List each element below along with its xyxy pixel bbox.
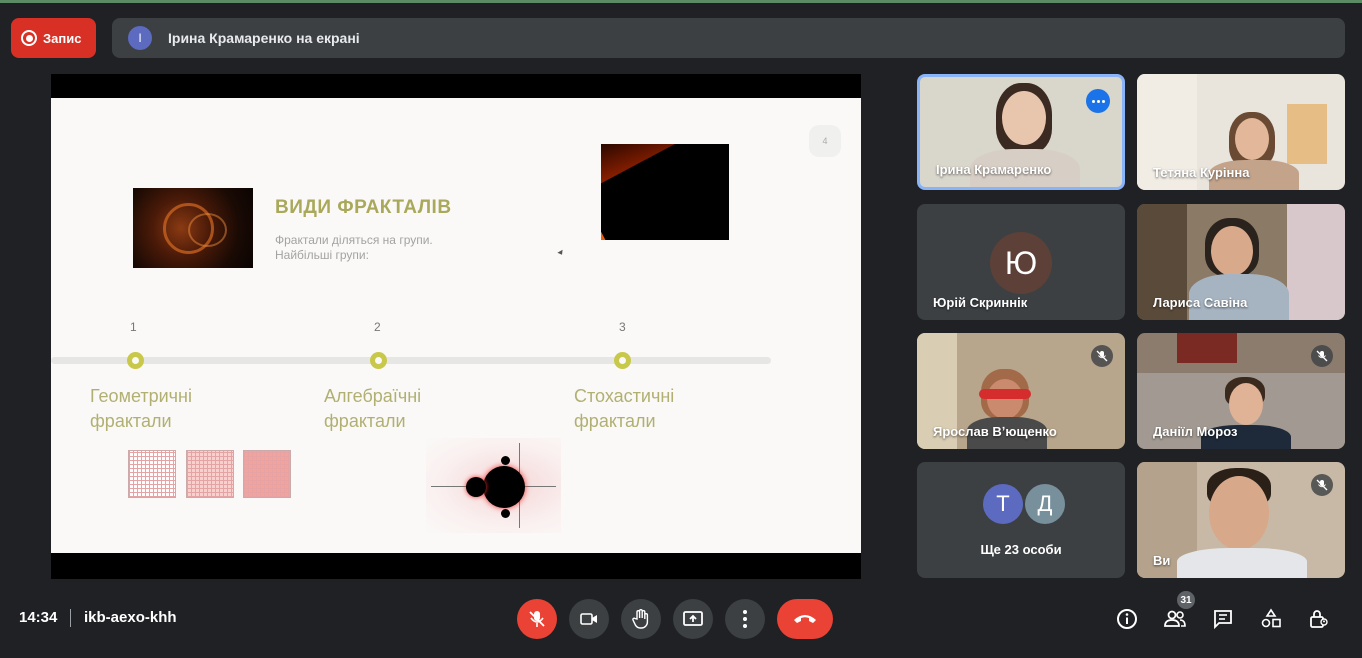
participant-avatar: Т: [983, 484, 1023, 524]
raise-hand-button[interactable]: [621, 599, 661, 639]
video-camera-icon: [580, 613, 597, 625]
participant-name: Ірина Крамаренко: [936, 162, 1052, 177]
participant-tile[interactable]: Лариса Савіна: [1137, 204, 1345, 320]
host-controls-button[interactable]: [1305, 605, 1333, 633]
chat-button[interactable]: [1209, 605, 1237, 633]
presentation-slide: 4 ВИДИ ФРАКТАЛІВ Фрактали діляться на гр…: [51, 98, 861, 553]
mouse-cursor-icon: [557, 249, 565, 257]
top-accent-line: [0, 0, 1362, 3]
activities-button[interactable]: [1257, 605, 1285, 633]
mic-off-icon: [1311, 345, 1333, 367]
more-participants-tile[interactable]: Т Д Ще 23 особи: [917, 462, 1125, 578]
participant-avatar: Ю: [990, 232, 1052, 294]
timeline-label-line: Геометричні: [90, 386, 192, 406]
timeline-node: [614, 352, 631, 369]
participant-name: Тетяна Курінна: [1153, 165, 1250, 180]
hang-up-icon: [794, 615, 816, 623]
timeline-label: Стохастичні фрактали: [574, 384, 674, 434]
slide-subtitle-line: Найбільші групи:: [275, 248, 369, 262]
more-participants-label: Ще 23 особи: [980, 542, 1062, 557]
lock-person-icon: [1310, 610, 1328, 628]
meeting-time: 14:34: [19, 609, 58, 626]
participant-tile[interactable]: Тетяна Курінна: [1137, 74, 1345, 190]
participant-tile[interactable]: Ю Юрій Скриннік: [917, 204, 1125, 320]
shared-screen: 4 ВИДИ ФРАКТАЛІВ Фрактали діляться на гр…: [51, 74, 861, 579]
meeting-code: ikb-aexo-khh: [84, 609, 177, 626]
geometric-fractal-image: [243, 450, 291, 498]
timeline-label: Геометричні фрактали: [90, 384, 192, 434]
chat-icon: [1214, 610, 1232, 630]
mandelbrot-set-image: [426, 438, 561, 533]
participant-name: Ярослав Вʼющенко: [933, 424, 1057, 439]
timeline-label-line: фрактали: [324, 411, 406, 431]
mic-off-icon: [1311, 474, 1333, 496]
timeline-number: 1: [130, 320, 137, 334]
geometric-fractal-image: [128, 450, 176, 498]
fractal-image-swirl: [133, 188, 253, 268]
more-vertical-icon: [743, 610, 747, 628]
presenting-banner: І Ірина Крамаренко на екрані: [112, 18, 1345, 58]
timeline-bar: [51, 357, 771, 364]
participants-button[interactable]: [1161, 605, 1189, 633]
slide-subtitle-line: Фрактали діляться на групи.: [275, 233, 433, 247]
geometric-fractal-image: [186, 450, 234, 498]
slide-number: 4: [809, 125, 841, 157]
presenting-text: Ірина Крамаренко на екрані: [168, 30, 360, 46]
mic-off-icon: [1091, 345, 1113, 367]
mic-off-icon: [529, 611, 545, 627]
record-icon: [21, 30, 37, 46]
hand-icon: [632, 609, 649, 629]
participant-name: Лариса Савіна: [1153, 295, 1248, 310]
recording-button[interactable]: Запис: [11, 18, 96, 58]
more-options-button[interactable]: [725, 599, 765, 639]
participant-tile[interactable]: Ви: [1137, 462, 1345, 578]
meeting-details-button[interactable]: [1113, 605, 1141, 633]
timeline-node: [127, 352, 144, 369]
more-options-button[interactable]: [1086, 89, 1110, 113]
timeline-label-line: Алгебраїчні: [324, 386, 422, 406]
presenter-avatar: І: [128, 26, 152, 50]
slide-subtitle: Фрактали діляться на групи. Найбільші гр…: [275, 233, 433, 263]
timeline-number: 2: [374, 320, 381, 334]
fractal-image-mandelbrot-zoom: [601, 144, 729, 240]
divider: [70, 609, 71, 627]
leave-call-button[interactable]: [777, 599, 833, 639]
microphone-toggle-button[interactable]: [517, 599, 557, 639]
participant-tile[interactable]: Ірина Крамаренко: [917, 74, 1125, 190]
present-screen-button[interactable]: [673, 599, 713, 639]
participant-avatar: Д: [1025, 484, 1065, 524]
participant-tile[interactable]: Даніїл Мороз: [1137, 333, 1345, 449]
timeline-label-line: Стохастичні: [574, 386, 675, 406]
people-icon: [1164, 610, 1186, 627]
recording-label: Запис: [43, 30, 82, 46]
participant-tile[interactable]: Ярослав Вʼющенко: [917, 333, 1125, 449]
slide-title: ВИДИ ФРАКТАЛІВ: [275, 197, 452, 218]
participant-name: Юрій Скриннік: [933, 295, 1028, 310]
timeline-label-line: фрактали: [574, 411, 656, 431]
timeline-node: [370, 352, 387, 369]
camera-toggle-button[interactable]: [569, 599, 609, 639]
timeline-number: 3: [619, 320, 626, 334]
info-icon: [1117, 609, 1137, 629]
participant-name: Ви: [1153, 553, 1171, 568]
shapes-icon: [1261, 608, 1281, 628]
timeline-label: Алгебраїчні фрактали: [324, 384, 421, 434]
participant-name: Даніїл Мороз: [1153, 424, 1238, 439]
timeline-label-line: фрактали: [90, 411, 172, 431]
participant-count-badge: 31: [1177, 591, 1195, 609]
present-screen-icon: [683, 611, 703, 626]
